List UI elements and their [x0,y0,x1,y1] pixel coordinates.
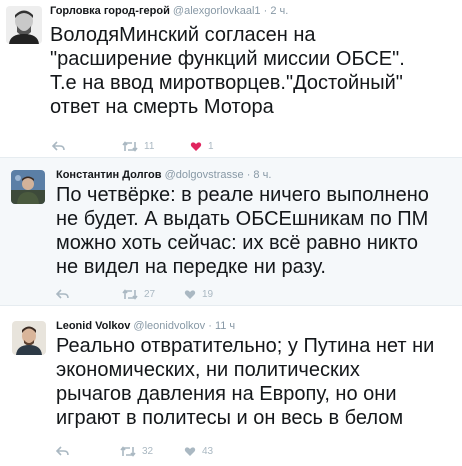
timestamp[interactable]: 8 ч. [253,169,271,181]
like-count: 43 [202,445,214,457]
tweet-text-line: играют в политесы и он весь в белом [56,407,404,429]
tweet-text-line: можно хоть сейчас: их всё равно никто [56,232,418,254]
author-handle[interactable]: @dolgovstrasse [165,169,244,181]
reply-icon [56,445,69,456]
tweet-text-line: ВолодяМинский согласен на [50,24,316,46]
reply-button[interactable] [56,286,69,302]
like-button[interactable]: 43 [184,443,213,459]
reply-icon [56,288,69,299]
author-name[interactable]: Горловка город-герой [50,5,170,17]
reply-button[interactable] [56,443,69,459]
tweet-text-line: По четвёрке: в реале ничего выполнено [56,184,429,206]
avatar[interactable] [12,321,46,355]
avatar[interactable] [6,6,42,44]
tweet-text-line: не видел на передке ни разу. [56,256,326,278]
tweet-text-line: экономических, ни политических [56,359,360,381]
author-handle[interactable]: @alexgorlovkaal1 [173,5,261,17]
retweet-button[interactable]: 32 [120,443,153,459]
like-count: 19 [202,288,214,300]
timestamp[interactable]: 2 ч. [270,5,288,17]
heart-icon [190,141,202,151]
reply-icon [52,140,65,151]
retweet-count: 32 [142,445,154,457]
tweet-text-line: ответ на смерть Мотора [50,96,274,118]
tweet-actions: 27 19 [56,286,356,302]
tweet-actions: 32 43 [56,443,356,459]
like-button[interactable]: 1 [190,138,214,154]
separator: · [208,320,212,332]
retweet-icon [122,288,138,300]
retweet-count: 11 [144,140,155,152]
retweet-button[interactable]: 11 [122,138,154,154]
tweet-text-line: не будет. А выдать ОБСЕшникам по ПМ [56,208,429,230]
author-handle[interactable]: @leonidvolkov [133,320,205,332]
timestamp[interactable]: 11 ч [215,320,235,332]
tweet-actions: 11 1 [50,138,350,154]
tweet-text-line: рычагов давления на Европу, но они [56,383,397,405]
tweet-text-line: Реально отвратительно; у Путина нет ни [56,335,435,357]
tweet-text: ВолодяМинский согласен на "расширение фу… [50,23,405,119]
avatar[interactable] [11,170,45,204]
tweet-text: По четвёрке: в реале ничего выполнено не… [56,183,429,279]
tweet-3[interactable]: Leonid Volkov @leonidvolkov · 11 ч Реаль… [0,311,462,466]
retweet-icon [122,140,138,152]
tweet-2[interactable]: Константин Долгов @dolgovstrasse · 8 ч. … [0,157,462,306]
tweet-text-line: Т.е на ввод миротворцев."Достойный" [50,72,403,94]
author-name[interactable]: Константин Долгов [56,169,162,181]
heart-icon [184,289,196,299]
like-button[interactable]: 19 [184,286,213,302]
heart-icon [184,446,196,456]
separator: · [263,5,268,17]
reply-button[interactable] [52,138,65,154]
like-count: 1 [208,140,214,152]
retweet-count: 27 [144,288,156,300]
retweet-icon [120,445,136,457]
tweet-text: Реально отвратительно; у Путина нет ни э… [56,334,434,430]
separator: · [246,169,251,181]
retweet-button[interactable]: 27 [122,286,155,302]
author-name[interactable]: Leonid Volkov [56,320,130,332]
tweet-text-line: "расширение функций миссии ОБСЕ". [50,48,405,70]
tweet-1[interactable]: Горловка город-герой @alexgorlovkaal1 · … [0,0,462,152]
